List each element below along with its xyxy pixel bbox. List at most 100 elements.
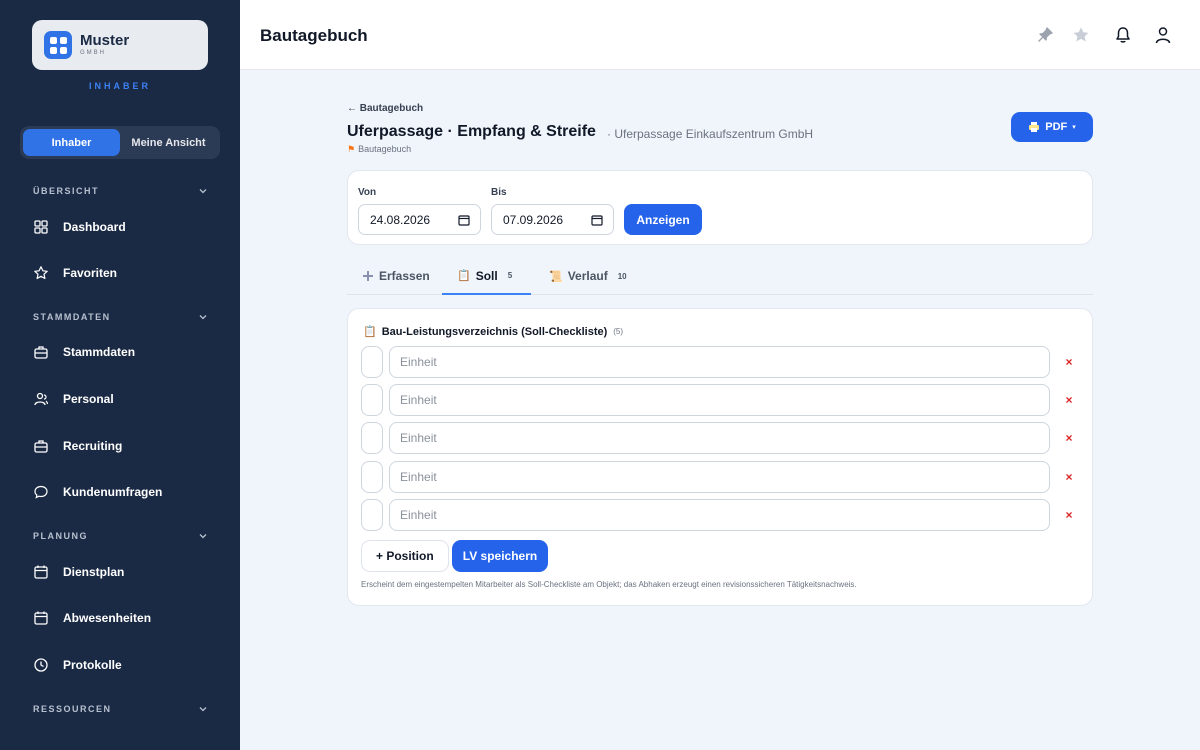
pin-icon[interactable] [1035, 25, 1055, 45]
sidebar-item-label: Kundenumfragen [63, 485, 163, 499]
von-label: Von [358, 187, 377, 198]
lv-row: Einheit × [361, 384, 1083, 416]
sidebar-item-label: Protokolle [63, 658, 122, 672]
pdf-button[interactable]: PDF ▾ [1011, 112, 1093, 142]
view-toggle: Inhaber Meine Ansicht [20, 126, 220, 159]
tab-bar: Erfassen 📋 Soll 5 📜 Verlauf 10 [347, 258, 1093, 295]
calendar-icon [34, 565, 48, 579]
briefcase-icon [34, 440, 48, 453]
toggle-meine-ansicht[interactable]: Meine Ansicht [120, 129, 217, 156]
chevron-down-icon [199, 707, 207, 712]
section-planung-label: PLANUNG [33, 531, 88, 541]
breadcrumb: ⚑ Bautagebuch [347, 144, 411, 155]
lv-row: Einheit × [361, 346, 1083, 378]
bell-icon[interactable] [1113, 25, 1133, 45]
lv-card: 📋 Bau-Leistungsverzeichnis (Soll-Checkli… [347, 308, 1093, 606]
row-checkbox[interactable] [361, 461, 383, 493]
caret-down-icon: ▾ [1072, 124, 1076, 131]
lv-title: 📋 Bau-Leistungsverzeichnis (Soll-Checkli… [363, 325, 624, 339]
tab-soll-label: Soll [475, 268, 498, 283]
sidebar-item-favoriten[interactable]: Favoriten [33, 261, 223, 285]
tab-verlauf[interactable]: 📜 Verlauf 10 [549, 258, 627, 294]
von-date-value: 24.08.2026 [370, 212, 431, 227]
bis-date-value: 07.09.2026 [503, 212, 564, 227]
breadcrumb-label: Bautagebuch [358, 144, 412, 154]
add-position-button[interactable]: + Position [361, 540, 449, 572]
role-label: INHABER [88, 81, 151, 91]
bis-date-input[interactable]: 07.09.2026 [491, 204, 614, 235]
sidebar: Muster GMBH INHABER Inhaber Meine Ansich… [0, 0, 240, 750]
construction-icon: ⚑ [347, 144, 356, 154]
chevron-down-icon [199, 315, 207, 320]
date-filter-card: Von 24.08.2026 Bis 07.09.2026 Anzeigen [347, 170, 1093, 245]
row-checkbox[interactable] [361, 499, 383, 531]
clipboard-icon: 📋 [363, 326, 377, 338]
star-icon [34, 266, 48, 280]
lv-row: Einheit × [361, 422, 1083, 454]
row-checkbox[interactable] [361, 422, 383, 454]
lv-row: Einheit × [361, 461, 1083, 493]
tab-soll[interactable]: 📋 Soll 5 [442, 258, 531, 295]
user-icon[interactable] [1153, 25, 1173, 45]
row-checkbox[interactable] [361, 346, 383, 378]
users-icon [34, 392, 49, 406]
sidebar-item-label: Abwesenheiten [63, 611, 152, 625]
toggle-inhaber[interactable]: Inhaber [23, 129, 120, 156]
section-uebersicht[interactable]: ÜBERSICHT [33, 186, 208, 196]
sidebar-item-label: Dienstplan [63, 565, 125, 579]
unit-input[interactable]: Einheit [389, 499, 1050, 531]
brand-subtitle: GMBH [80, 50, 106, 56]
chevron-down-icon [199, 189, 207, 194]
remove-row-button[interactable]: × [1062, 506, 1076, 524]
sidebar-item-stammdaten[interactable]: Stammdaten [33, 340, 223, 364]
brand-logo-card[interactable]: Muster GMBH [32, 20, 208, 70]
section-planung[interactable]: PLANUNG [33, 531, 208, 541]
brand-name: Muster [80, 32, 130, 49]
back-link[interactable]: ← Bautagebuch [347, 103, 423, 114]
anzeigen-button[interactable]: Anzeigen [624, 204, 702, 235]
sidebar-item-label: Dashboard [63, 220, 126, 234]
sidebar-item-dienstplan[interactable]: Dienstplan [33, 560, 223, 584]
page-subtitle: · Uferpassage Einkaufszentrum GmbH [607, 127, 814, 141]
section-uebersicht-label: ÜBERSICHT [33, 186, 100, 196]
section-ressourcen[interactable]: RESSOURCEN [33, 704, 208, 714]
sidebar-item-abwesenheiten[interactable]: Abwesenheiten [33, 606, 223, 630]
sidebar-item-recruiting[interactable]: Recruiting [33, 434, 223, 458]
von-date-input[interactable]: 24.08.2026 [358, 204, 481, 235]
unit-input[interactable]: Einheit [389, 346, 1050, 378]
lv-count: (5) [613, 327, 624, 336]
section-stammdaten[interactable]: STAMMDATEN [33, 312, 208, 322]
briefcase-icon [34, 346, 48, 359]
sidebar-item-protokolle[interactable]: Protokolle [33, 653, 223, 677]
lv-row: Einheit × [361, 499, 1083, 531]
sidebar-item-personal[interactable]: Personal [33, 387, 223, 411]
calendar-icon [591, 214, 603, 226]
section-stammdaten-label: STAMMDATEN [33, 312, 111, 322]
calendar-icon [458, 214, 470, 226]
star-icon[interactable] [1071, 25, 1091, 45]
section-ressourcen-label: RESSOURCEN [33, 704, 112, 714]
remove-row-button[interactable]: × [1062, 353, 1076, 371]
tab-verlauf-badge: 10 [617, 271, 627, 281]
sidebar-item-kundenumfragen[interactable]: Kundenumfragen [33, 480, 223, 504]
remove-row-button[interactable]: × [1062, 468, 1076, 486]
clipboard-icon: 📋 [457, 270, 471, 282]
unit-input[interactable]: Einheit [389, 422, 1050, 454]
grid-icon [34, 220, 48, 234]
lv-hint-text: Erscheint dem eingestempelten Mitarbeite… [361, 580, 857, 589]
row-checkbox[interactable] [361, 384, 383, 416]
lv-save-button[interactable]: LV speichern [452, 540, 548, 572]
sidebar-item-label: Stammdaten [63, 345, 136, 359]
remove-row-button[interactable]: × [1062, 391, 1076, 409]
lv-title-text: Bau-Leistungsverzeichnis (Soll-Checklist… [381, 325, 608, 338]
remove-row-button[interactable]: × [1062, 429, 1076, 447]
unit-input[interactable]: Einheit [389, 384, 1050, 416]
tab-erfassen[interactable]: Erfassen [362, 258, 430, 294]
chat-bubble-icon [34, 485, 48, 499]
sidebar-item-dashboard[interactable]: Dashboard [33, 215, 223, 239]
calendar-icon [34, 611, 48, 625]
sidebar-item-label: Recruiting [63, 439, 123, 453]
unit-input[interactable]: Einheit [389, 461, 1050, 493]
clock-icon [34, 658, 48, 672]
sidebar-item-label: Personal [63, 392, 114, 406]
